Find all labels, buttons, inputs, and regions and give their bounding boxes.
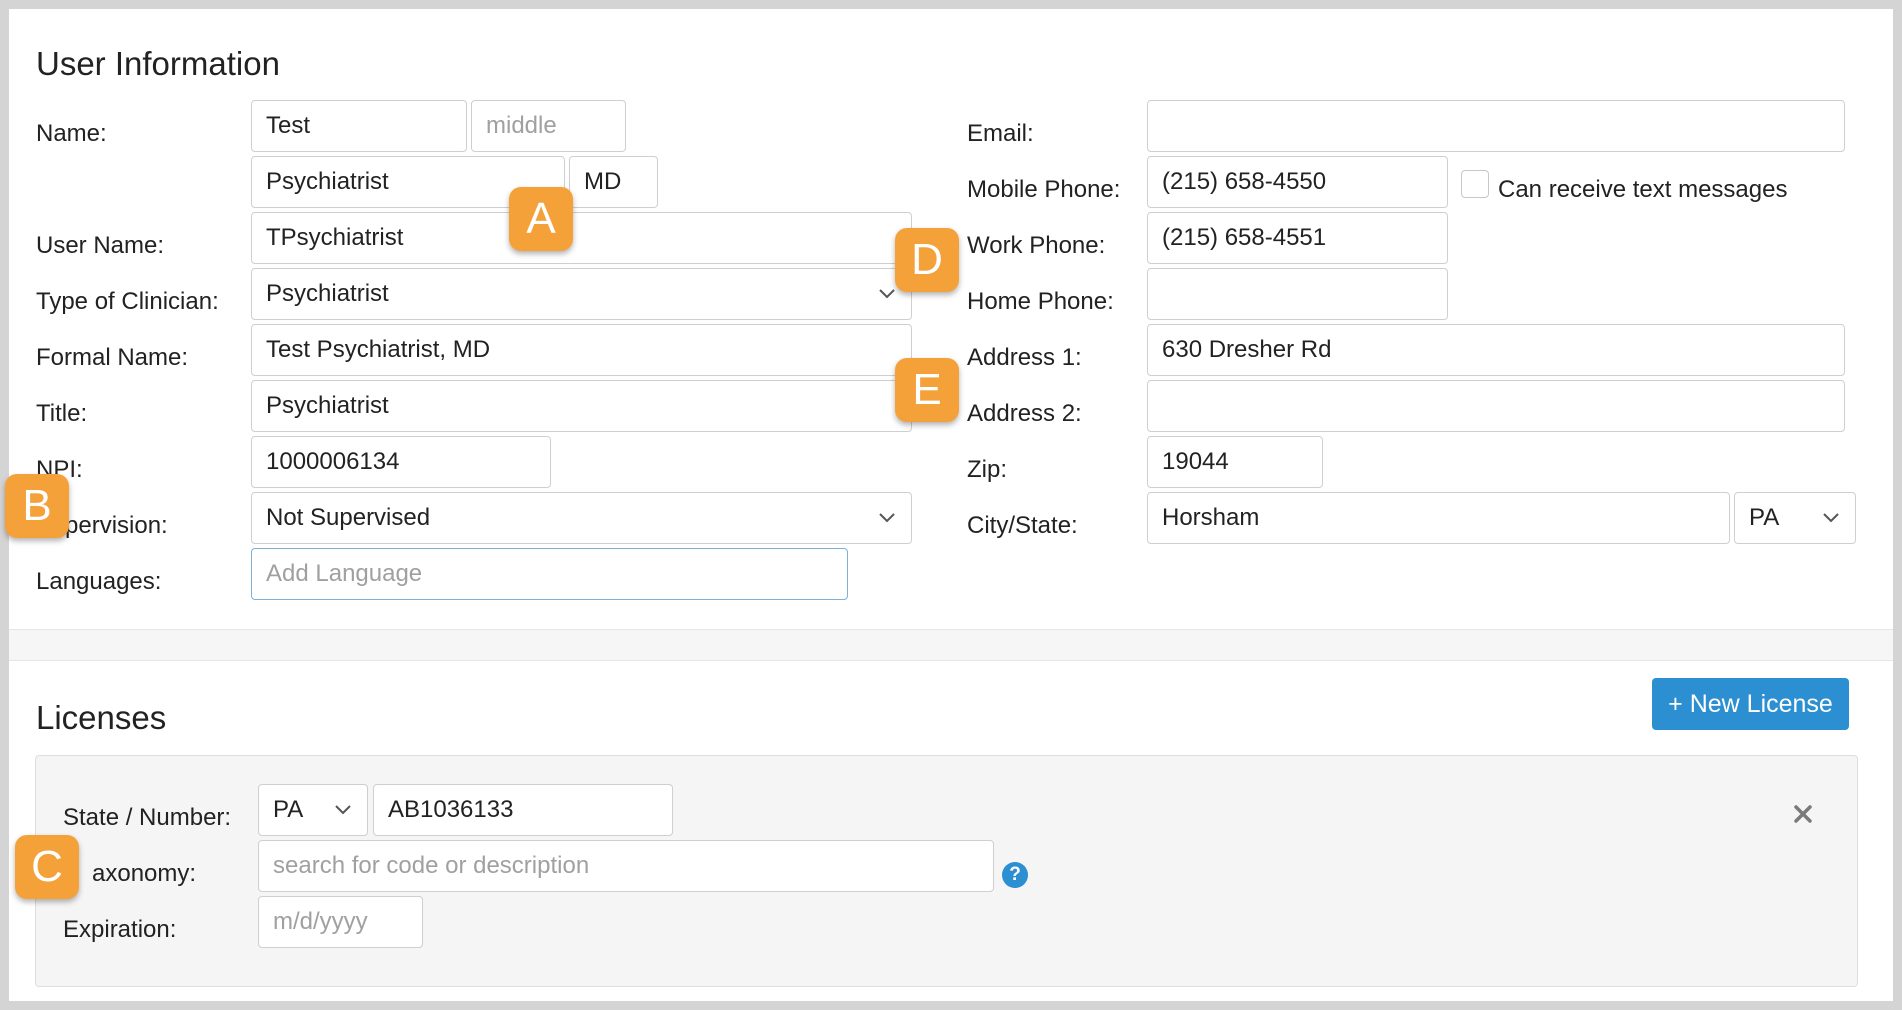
- supervision-value: Not Supervised: [266, 504, 431, 531]
- text-messages-label: Can receive text messages: [1498, 176, 1788, 203]
- label-work-phone: Work Phone:: [967, 232, 1106, 259]
- taxonomy-search-input[interactable]: search for code or description: [258, 840, 994, 892]
- address1-input[interactable]: 630 Dresher Rd: [1147, 324, 1845, 376]
- annotation-badge-c: C: [15, 835, 79, 899]
- label-clinician-type: Type of Clinician:: [36, 288, 219, 315]
- middle-name-input[interactable]: middle: [471, 100, 626, 152]
- mobile-phone-input[interactable]: (215) 658-4550: [1147, 156, 1448, 208]
- annotation-badge-a: A: [509, 187, 573, 251]
- label-city-state: City/State:: [967, 512, 1078, 539]
- email-input[interactable]: [1147, 100, 1845, 152]
- label-address1: Address 1:: [967, 344, 1082, 371]
- annotation-badge-e: E: [895, 358, 959, 422]
- title-input[interactable]: Psychiatrist: [251, 380, 912, 432]
- label-email: Email:: [967, 120, 1034, 147]
- license-state-value: PA: [273, 796, 304, 823]
- label-home-phone: Home Phone:: [967, 288, 1114, 315]
- label-title: Title:: [36, 400, 88, 427]
- text-messages-checkbox[interactable]: [1461, 170, 1489, 198]
- label-name: Name:: [36, 120, 107, 147]
- label-state-number: State / Number:: [63, 804, 232, 831]
- chevron-down-icon: [877, 507, 897, 527]
- license-state-select[interactable]: PA: [258, 784, 368, 836]
- chevron-down-icon: [877, 283, 897, 303]
- label-supervision: pervision:: [65, 512, 168, 539]
- supervision-select[interactable]: Not Supervised: [251, 492, 912, 544]
- annotation-badge-d: D: [895, 228, 959, 292]
- expiration-input[interactable]: m/d/yyyy: [258, 896, 423, 948]
- address2-input[interactable]: [1147, 380, 1845, 432]
- help-icon[interactable]: ?: [1002, 862, 1028, 888]
- label-user-name: User Name:: [36, 232, 165, 259]
- state-select[interactable]: PA: [1734, 492, 1856, 544]
- label-taxonomy: axonomy:: [92, 860, 197, 887]
- section-title-user-information: User Information: [36, 45, 280, 82]
- formal-name-input[interactable]: Test Psychiatrist, MD: [251, 324, 912, 376]
- license-number-input[interactable]: AB1036133: [373, 784, 673, 836]
- app-frame: User Information Name: User Name: Type o…: [9, 9, 1893, 1001]
- label-zip: Zip:: [967, 456, 1008, 483]
- clinician-type-select[interactable]: Psychiatrist: [251, 268, 912, 320]
- label-formal-name: Formal Name:: [36, 344, 189, 371]
- label-languages: Languages:: [36, 568, 162, 595]
- home-phone-input[interactable]: [1147, 268, 1448, 320]
- new-license-button[interactable]: + New License: [1652, 678, 1849, 730]
- work-phone-input[interactable]: (215) 658-4551: [1147, 212, 1448, 264]
- label-expiration: Expiration:: [63, 916, 177, 943]
- first-name-input[interactable]: Test: [251, 100, 467, 152]
- suffix-input[interactable]: MD: [569, 156, 658, 208]
- label-mobile-phone: Mobile Phone:: [967, 176, 1121, 203]
- state-value: PA: [1749, 504, 1780, 531]
- city-input[interactable]: Horsham: [1147, 492, 1730, 544]
- chevron-down-icon: [1821, 507, 1841, 527]
- user-name-input[interactable]: TPsychiatrist: [251, 212, 912, 264]
- language-input[interactable]: Add Language: [251, 548, 848, 600]
- clinician-type-value: Psychiatrist: [266, 280, 389, 307]
- npi-input[interactable]: 1000006134: [251, 436, 551, 488]
- annotation-badge-b: B: [5, 474, 69, 538]
- section-title-licenses: Licenses: [36, 699, 167, 736]
- label-address2: Address 2:: [967, 400, 1082, 427]
- chevron-down-icon: [333, 799, 353, 819]
- close-icon[interactable]: [1791, 802, 1815, 826]
- zip-input[interactable]: 19044: [1147, 436, 1323, 488]
